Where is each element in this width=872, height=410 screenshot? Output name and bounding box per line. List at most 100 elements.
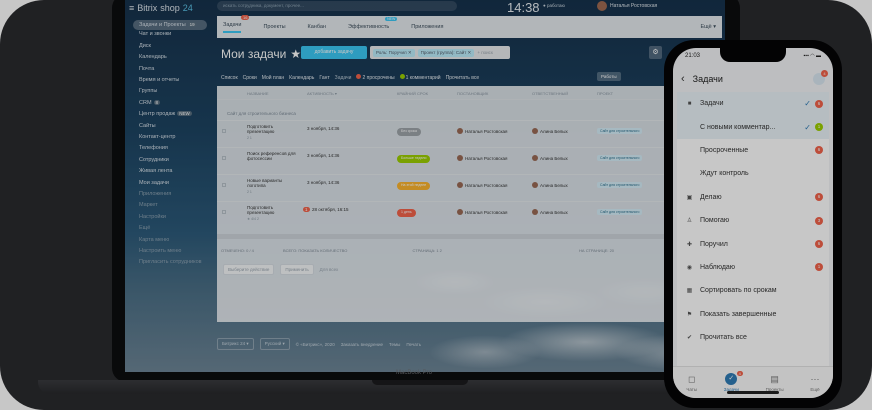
creator[interactable]: Наталья Ростовская (457, 182, 508, 188)
sidebar-item[interactable]: Контакт-центр (139, 134, 175, 140)
table-row[interactable]: Поиск референсов для фотосессии 3 ноября,… (217, 147, 722, 169)
star-icon[interactable]: ★ (290, 47, 301, 61)
sidebar-item[interactable]: Приложения (139, 191, 171, 197)
project-tag[interactable]: Сайт для строительного (597, 128, 643, 134)
sidebar-item[interactable]: Телефония (139, 145, 168, 151)
col-responsible[interactable]: Ответственный (532, 91, 568, 96)
phone-menu-item[interactable]: ⚑ Показать завершенные (677, 303, 829, 326)
sidebar-item[interactable]: Чат и звонки (139, 31, 171, 37)
phone-menu-item[interactable]: ▦ Сортировать по срокам (677, 279, 829, 302)
responsible[interactable]: Алина Белых (532, 209, 568, 215)
tab-item[interactable]: Задачи 16 (223, 14, 250, 33)
sidebar-item[interactable]: Диск (139, 43, 151, 49)
works-button[interactable]: Работы (597, 72, 621, 81)
row-checkbox[interactable] (222, 183, 226, 187)
tabs-more[interactable]: Ещё ▾ (700, 24, 716, 30)
horizontal-scrollbar[interactable] (217, 234, 722, 239)
sidebar-item[interactable]: Настроить меню (139, 248, 181, 254)
phone-tab[interactable]: ✓ Задачи 4 (724, 371, 743, 392)
phone-tab[interactable]: ◻ Чаты (686, 374, 697, 392)
add-task-button[interactable]: добавить задачу (301, 46, 367, 59)
filter-chip-role[interactable]: Роль: Поручил ✕ (373, 48, 415, 57)
table-row[interactable]: Подготовить презентацию 2 1 3 ноября, 14:3… (217, 120, 722, 142)
phone-menu-item[interactable]: ■ Задачи ✓ 6 (677, 92, 829, 116)
col-name[interactable]: Название (247, 91, 269, 96)
search-input[interactable]: искать сотрудника, документ, прочее... (217, 1, 457, 11)
phone-menu-item[interactable]: ♙ Помогаю 3 (677, 209, 829, 232)
print-link[interactable]: Печать (406, 342, 421, 347)
view-plan[interactable]: Мой план (262, 75, 284, 81)
tab-item[interactable]: Эффективность NEW (348, 17, 398, 30)
sidebar-item[interactable]: Настройки (139, 214, 166, 220)
sidebar-item[interactable]: Пригласить сотрудников (139, 259, 202, 265)
deadline-badge[interactable]: Больше недели (397, 155, 431, 163)
filter-find[interactable]: + поиск (477, 50, 493, 55)
view-gantt[interactable]: Гант (319, 75, 329, 81)
phone-menu-item[interactable]: ✚ Поручил 6 (677, 232, 829, 255)
phone-menu-item[interactable]: ✔ Прочитать все (677, 326, 829, 349)
table-row[interactable]: Новые варианты логотипа 2 1 3 ноября, 14:3… (217, 174, 722, 196)
tab-item[interactable]: Приложения (411, 24, 443, 30)
overdue-counter[interactable]: 2 просрочены (356, 74, 395, 81)
table-row[interactable]: Подготовить презентацию ★ 4/4 2 1 28 октябр… (217, 201, 722, 223)
view-calendar[interactable]: Календарь (289, 75, 314, 81)
filter-search[interactable]: Роль: Поручил ✕ Проект (группа): Сайт ✕ … (370, 46, 510, 59)
sidebar-item[interactable]: Сайты (139, 123, 156, 129)
view-list[interactable]: Список (221, 75, 238, 81)
project-tag[interactable]: Сайт для строительного (597, 209, 643, 215)
deadline-badge[interactable]: Без срока (397, 128, 421, 136)
apply-button[interactable]: Применить (280, 264, 314, 275)
phone-menu-item[interactable]: ▣ Делаю 6 (677, 186, 829, 209)
sidebar-item[interactable]: Мои задачи (139, 180, 169, 186)
creator[interactable]: Наталья Ростовская (457, 209, 508, 215)
sidebar-item[interactable]: Маркет (139, 202, 158, 208)
sidebar-item[interactable]: Сотрудники (139, 157, 169, 163)
total-count[interactable]: ВСЕГО: ПОКАЗАТЬ КОЛИЧЕСТВО (283, 248, 347, 253)
row-checkbox[interactable] (222, 210, 226, 214)
action-select[interactable]: Выберите действие (223, 264, 275, 275)
responsible[interactable]: Алина Белых (532, 155, 568, 161)
sidebar-item[interactable]: Группы (139, 88, 157, 94)
sidebar-item[interactable]: Время и отчеты (139, 77, 179, 83)
per-page[interactable]: НА СТРАНИЦЕ: 20 (579, 248, 614, 253)
work-status[interactable]: ● работаю (543, 3, 565, 8)
sidebar-item[interactable]: Почта (139, 66, 154, 72)
brand-logo[interactable]: ≡ Bitrix shop 24 (129, 3, 193, 13)
sidebar-item[interactable]: Календарь (139, 54, 167, 60)
sidebar-item[interactable]: Задачи и Проекты 19 (133, 20, 207, 30)
task-title[interactable]: Поиск референсов для фотосессии (247, 151, 299, 161)
sidebar-item[interactable]: Ещё (139, 225, 150, 231)
col-creator[interactable]: Постановщик (457, 91, 488, 96)
order-implementation-link[interactable]: Заказать внедрение (341, 342, 383, 347)
phone-menu-item[interactable]: С новыми комментар... ✓ 1 (677, 115, 829, 139)
creator[interactable]: Наталья Ростовская (457, 155, 508, 161)
deadline-badge[interactable]: На этой неделе (397, 182, 431, 190)
row-checkbox[interactable] (222, 129, 226, 133)
sidebar-item[interactable]: Живая лента (139, 168, 172, 174)
themes-link[interactable]: Темы (389, 342, 400, 347)
phone-tab[interactable]: ⋯ Ещё (810, 374, 819, 392)
language-select[interactable]: Русский ▾ (259, 338, 290, 350)
pagination[interactable]: СТРАНИЦА: 1 2 (412, 248, 441, 253)
responsible[interactable]: Алина Белых (532, 128, 568, 134)
portal-select[interactable]: Битрикс 24 ▾ (217, 338, 254, 350)
row-checkbox[interactable] (222, 156, 226, 160)
read-all-link[interactable]: Прочитать все (446, 75, 480, 81)
task-title[interactable]: Подготовить презентацию (247, 124, 299, 134)
task-title[interactable]: Подготовить презентацию (247, 205, 299, 215)
responsible[interactable]: Алина Белых (532, 182, 568, 188)
deadline-badge[interactable]: 1 день (397, 209, 416, 217)
tab-item[interactable]: Проекты (263, 24, 285, 30)
phone-tab[interactable]: ▤ Проекты (766, 374, 784, 392)
task-title[interactable]: Новые варианты логотипа (247, 178, 299, 188)
view-deadlines[interactable]: Сроки (243, 75, 257, 81)
col-activity[interactable]: Активность ▾ (307, 91, 337, 96)
filter-chip-project[interactable]: Проект (группа): Сайт ✕ (417, 48, 475, 57)
sidebar-item[interactable]: Карта меню (139, 237, 169, 243)
sidebar-item[interactable]: Центр продаж NEW (139, 111, 192, 117)
for-all-checkbox[interactable]: Для всех (320, 267, 339, 272)
col-deadline[interactable]: Крайний срок (397, 91, 428, 96)
back-icon[interactable]: ‹ (681, 73, 685, 85)
user-menu[interactable]: Наталья Ростовская (597, 1, 657, 11)
phone-menu-item[interactable]: Ждут контроль (677, 162, 829, 185)
